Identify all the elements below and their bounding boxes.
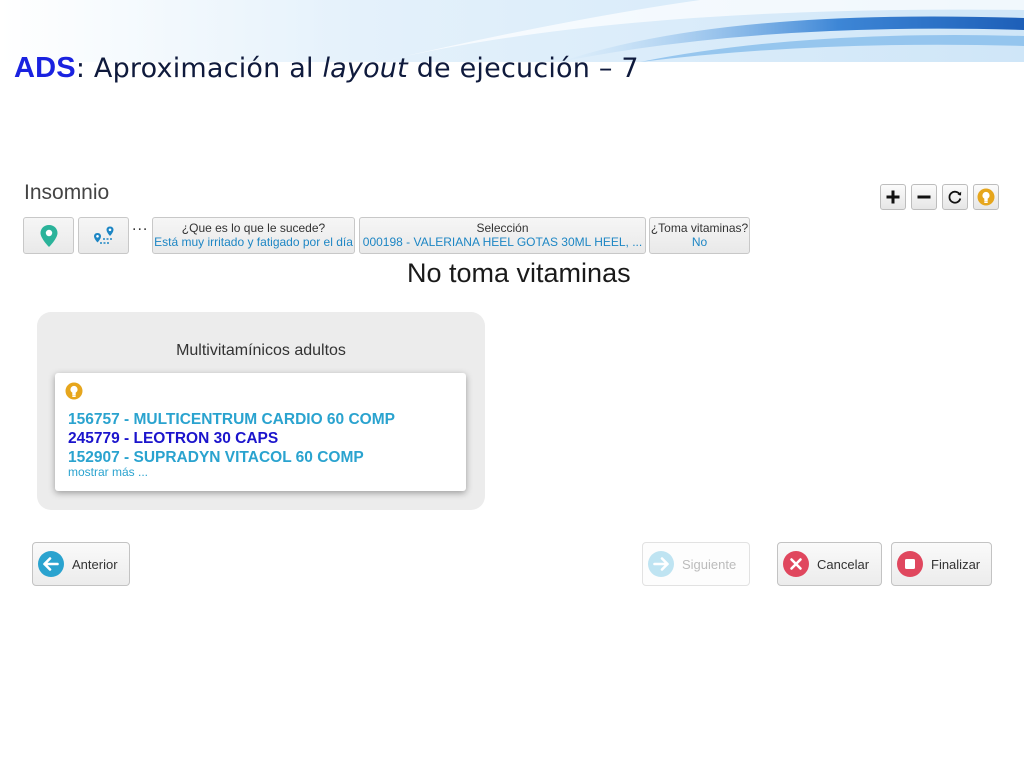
arrow-right-icon [648,551,674,577]
slide-title-colon: : [75,53,86,84]
lightbulb-icon [65,382,83,400]
breadcrumb-answer: 000198 - VALERIANA HEEL GOTAS 30ML HEEL,… [362,235,643,249]
product-card: 156757 - MULTICENTRUM CARDIO 60 COMP 245… [55,373,466,491]
breadcrumb-answer: Está muy irritado y fatigado por el día [154,235,353,249]
stop-icon [897,551,923,577]
slide-title-prefix: Aproximación al [85,53,323,84]
arrow-left-icon [38,551,64,577]
lightbulb-icon [977,188,995,206]
refresh-button[interactable] [942,184,968,210]
slide-title-ads: ADS [14,52,76,84]
slide-title: ADS: Aproximación al layout de ejecución… [14,52,639,85]
hint-button[interactable] [973,184,999,210]
next-button[interactable]: Siguiente [642,542,750,586]
breadcrumb-ellipsis: ... [132,217,149,234]
breadcrumb-step-seleccion[interactable]: Selección 000198 - VALERIANA HEEL GOTAS … [359,217,646,254]
slide-title-emphasis: layout [322,53,408,84]
breadcrumb-question: Selección [476,221,529,235]
product-item[interactable]: 156757 - MULTICENTRUM CARDIO 60 COMP [68,410,395,429]
finish-button[interactable]: Finalizar [891,542,992,586]
previous-button[interactable]: Anterior [32,542,130,586]
close-icon [783,551,809,577]
next-label: Siguiente [682,556,737,572]
breadcrumb-answer: No [691,235,708,249]
zoom-in-button[interactable] [880,184,906,210]
previous-label: Anterior [72,556,118,572]
route-icon [93,226,113,244]
finish-label: Finalizar [931,556,981,572]
question-title: No toma vitaminas [407,258,631,288]
map-pin-icon [40,224,57,247]
zoom-out-button[interactable] [911,184,937,210]
app-title: Insomnio [24,181,110,204]
group-title: Multivitamínicos adultos [176,342,346,359]
route-button[interactable] [78,217,129,254]
product-item-selected[interactable]: 245779 - LEOTRON 30 CAPS [68,429,395,448]
product-group-panel: Multivitamínicos adultos 156757 - MULTIC… [37,312,485,510]
refresh-icon [948,190,962,204]
minus-icon [917,195,931,199]
location-button[interactable] [23,217,74,254]
product-list: 156757 - MULTICENTRUM CARDIO 60 COMP 245… [68,410,395,467]
show-more-link[interactable]: mostrar más ... [68,465,148,479]
breadcrumb-question: ¿Toma vitaminas? [650,221,749,235]
breadcrumb-question: ¿Que es lo que le sucede? [181,221,326,235]
plus-icon [886,190,900,204]
cancel-label: Cancelar [817,556,870,572]
cancel-button[interactable]: Cancelar [777,542,882,586]
breadcrumb-step-sucede[interactable]: ¿Que es lo que le sucede? Está muy irrit… [152,217,355,254]
toolbar [880,184,999,210]
slide-title-suffix: de ejecución – 7 [407,53,639,84]
breadcrumb-step-vitaminas[interactable]: ¿Toma vitaminas? No [649,217,750,254]
